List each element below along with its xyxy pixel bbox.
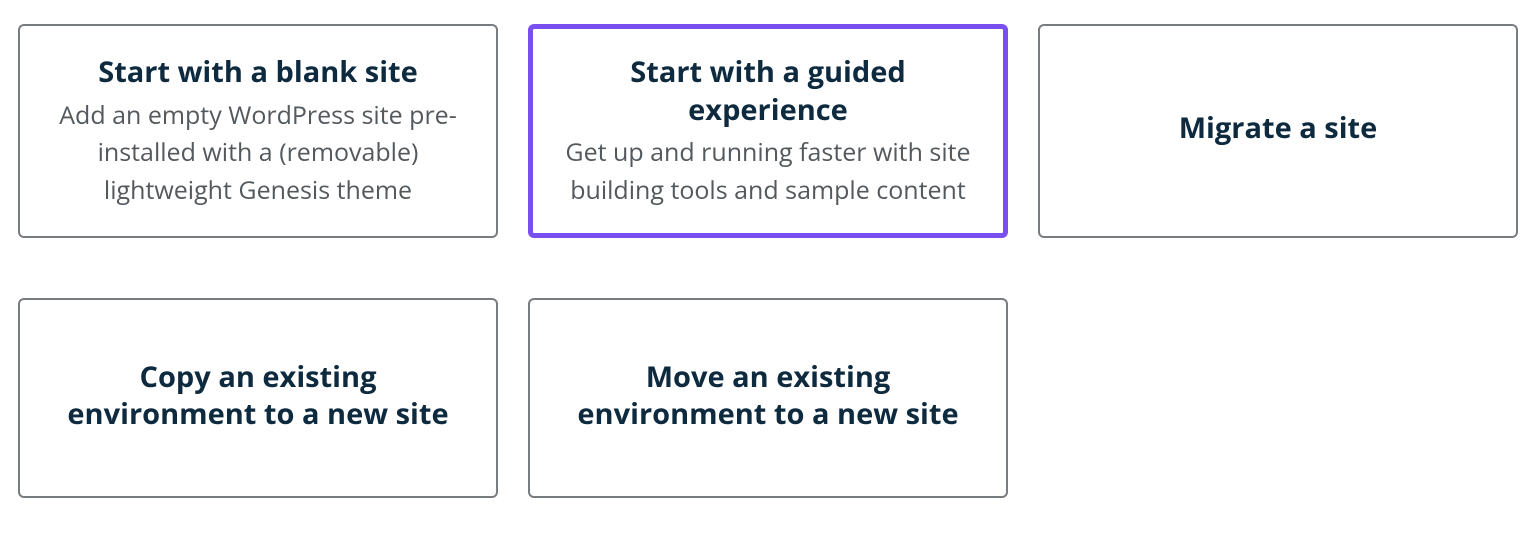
option-card-migrate-site[interactable]: Migrate a site [1038, 24, 1518, 238]
option-card-copy-environment[interactable]: Copy an existing environment to a new si… [18, 298, 498, 498]
card-description: Add an empty WordPress site pre-installe… [48, 97, 468, 210]
card-title: Start with a guided experience [561, 53, 975, 128]
card-title: Move an existing environment to a new si… [558, 358, 978, 433]
card-description: Get up and running faster with site buil… [561, 134, 975, 209]
card-title: Start with a blank site [98, 53, 418, 91]
option-card-guided-experience[interactable]: Start with a guided experience Get up an… [528, 24, 1008, 238]
card-title: Copy an existing environment to a new si… [48, 358, 468, 433]
option-card-blank-site[interactable]: Start with a blank site Add an empty Wor… [18, 24, 498, 238]
site-creation-options-grid: Start with a blank site Add an empty Wor… [18, 24, 1518, 498]
card-title: Migrate a site [1179, 109, 1378, 147]
option-card-move-environment[interactable]: Move an existing environment to a new si… [528, 298, 1008, 498]
